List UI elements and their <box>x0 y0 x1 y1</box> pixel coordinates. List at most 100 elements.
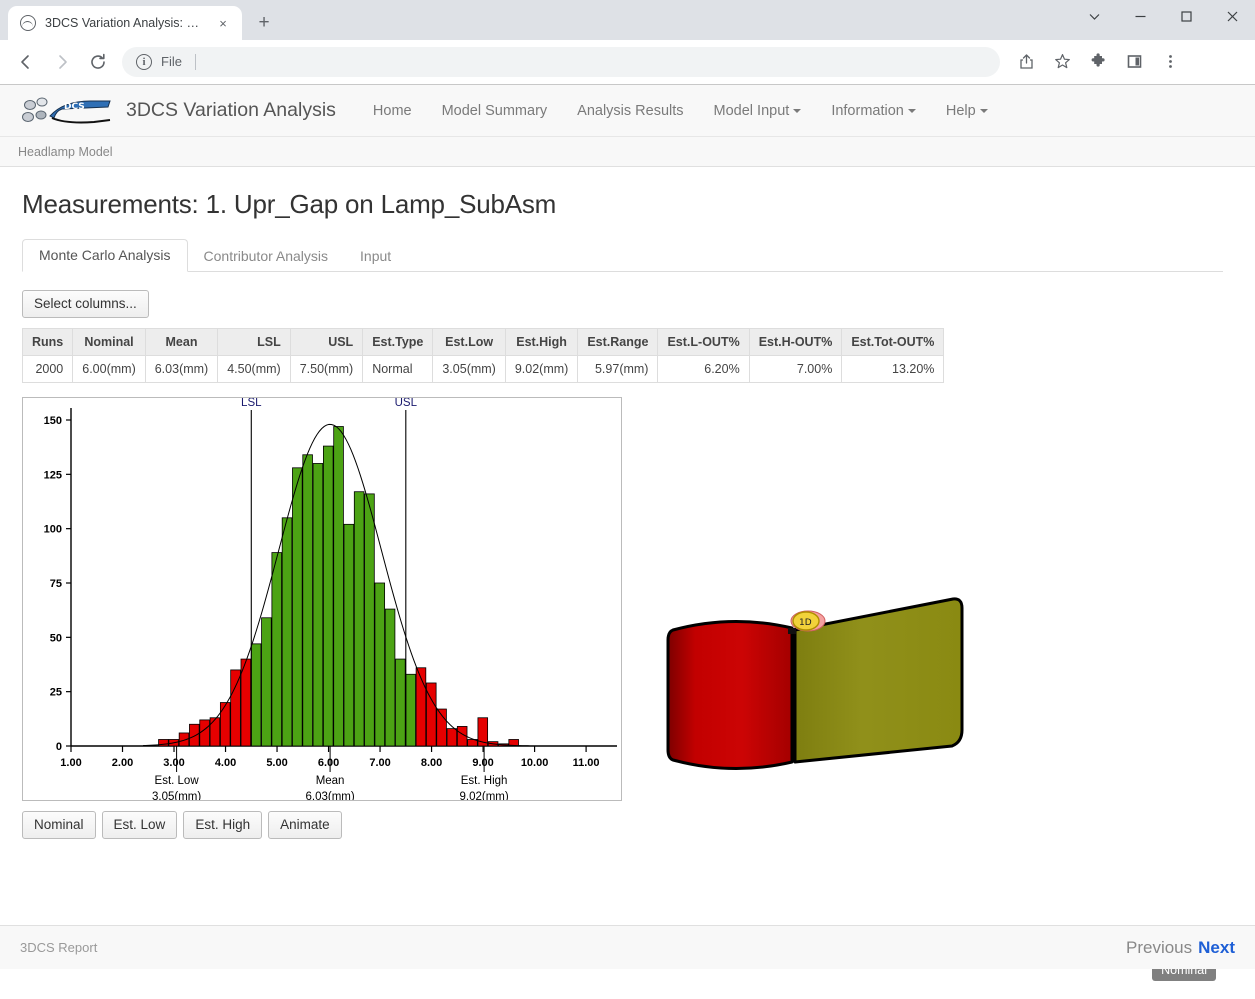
bookmark-star-icon[interactable] <box>1046 46 1078 78</box>
histogram-bar <box>415 667 427 747</box>
footer-nav: Previous Next <box>1126 938 1235 958</box>
previous-link[interactable]: Previous <box>1126 938 1192 958</box>
nav-link-model-input-label: Model Input <box>713 102 790 119</box>
est-high-button[interactable]: Est. High <box>183 811 263 840</box>
nav-link-home[interactable]: Home <box>358 103 427 119</box>
histogram-bar <box>343 524 355 747</box>
3dcs-logo-icon: DCS <box>20 96 116 126</box>
histogram-bar <box>230 669 241 747</box>
svg-text:1D: 1D <box>799 618 812 628</box>
nav-link-model-summary-label: Model Summary <box>441 102 548 119</box>
col-est-high: Est.High <box>504 328 579 357</box>
brand[interactable]: DCS 3DCS Variation Analysis <box>20 96 336 126</box>
minimize-icon[interactable] <box>1117 0 1163 32</box>
y-tick-label: 75 <box>50 578 62 590</box>
histogram-bar <box>333 426 344 747</box>
marker-label-mean: Mean <box>316 775 345 787</box>
browser-titlebar: 3DCS Variation Analysis: Lesson6 × + <box>0 0 1255 40</box>
maximize-icon[interactable] <box>1163 0 1209 32</box>
chevron-down-icon <box>907 108 916 113</box>
cell-nominal: 6.00(mm) <box>72 355 146 384</box>
address-bar[interactable]: i File <box>122 46 1000 77</box>
histogram-bar <box>209 717 221 747</box>
nav-link-home-label: Home <box>372 102 412 119</box>
nav-link-model-summary[interactable]: Model Summary <box>427 103 563 119</box>
cell-mean: 6.03(mm) <box>144 355 219 384</box>
page-content: DCS 3DCS Variation Analysis Home Model S… <box>0 84 1255 981</box>
table-header-row: Runs Nominal Mean LSL USL Est.Type Est.L… <box>21 328 945 357</box>
x-tick-label: 7.00 <box>369 757 390 769</box>
est-low-button[interactable]: Est. Low <box>101 811 178 840</box>
cell-est-range: 5.97(mm) <box>577 355 659 384</box>
cell-est-high: 9.02(mm) <box>504 355 579 384</box>
spec-limit-label-usl: USL <box>395 398 418 409</box>
main-content: Measurements: 1. Upr_Gap on Lamp_SubAsm … <box>0 167 1255 981</box>
col-est-range: Est.Range <box>577 328 659 357</box>
animate-button[interactable]: Animate <box>268 811 342 840</box>
page-footer: 3DCS Report Previous Next <box>0 925 1255 969</box>
histogram-bar <box>281 517 293 747</box>
cell-est-h-out: 7.00% <box>748 355 843 384</box>
close-window-icon[interactable] <box>1209 0 1255 32</box>
y-tick-label: 125 <box>44 470 62 482</box>
tab-contributor-analysis[interactable]: Contributor Analysis <box>188 241 345 272</box>
histogram-bar <box>199 719 210 747</box>
marker-value-mean: 6.03(mm) <box>305 791 354 800</box>
new-tab-button[interactable]: + <box>250 9 278 37</box>
histogram-bar <box>189 724 200 747</box>
window-controls <box>1071 0 1255 40</box>
chevron-down-icon <box>793 108 802 113</box>
histogram-bar <box>384 608 396 747</box>
x-tick-label: 5.00 <box>266 757 287 769</box>
browser-toolbar: i File <box>0 40 1255 84</box>
x-tick-label: 1.00 <box>60 757 81 769</box>
browser-tab[interactable]: 3DCS Variation Analysis: Lesson6 × <box>8 6 242 40</box>
cell-est-type: Normal <box>362 355 434 384</box>
y-tick-label: 150 <box>44 415 62 427</box>
analysis-tabs: Monte Carlo Analysis Contributor Analysi… <box>22 238 1223 272</box>
marker-value-est--low: 3.05(mm) <box>152 791 201 800</box>
x-tick-label: 9.00 <box>472 757 493 769</box>
nav-link-analysis-results[interactable]: Analysis Results <box>562 103 698 119</box>
globe-icon <box>20 15 36 31</box>
breadcrumb: Headlamp Model <box>0 137 1255 167</box>
cell-runs: 2000 <box>21 355 74 384</box>
tab-search-chevron-down-icon[interactable] <box>1071 0 1117 32</box>
url-separator <box>194 53 196 70</box>
nav-link-help[interactable]: Help <box>931 103 1003 119</box>
next-link[interactable]: Next <box>1198 938 1235 958</box>
browser-menu-icon[interactable] <box>1154 46 1186 78</box>
histogram-bar <box>219 702 231 747</box>
extensions-puzzle-icon[interactable] <box>1082 46 1114 78</box>
reload-icon[interactable] <box>82 46 114 78</box>
nominal-button[interactable]: Nominal <box>22 811 96 840</box>
histogram-chart: 0 25 50 75 100 125 150 1.00 2.00 3.00 4.00 5.00 6.00… <box>22 397 622 802</box>
model-part-red <box>666 620 794 770</box>
toolbar-actions <box>1008 46 1188 78</box>
marker-value-est--high: 9.02(mm) <box>460 791 509 800</box>
back-icon[interactable] <box>10 46 42 78</box>
col-mean: Mean <box>144 328 219 357</box>
nav-links: Home Model Summary Analysis Results Mode… <box>358 103 1003 119</box>
col-est-l-out: Est.L-OUT% <box>657 328 750 357</box>
col-lsl: LSL <box>217 328 291 357</box>
nav-link-model-input[interactable]: Model Input <box>699 103 817 119</box>
app-navbar: DCS 3DCS Variation Analysis Home Model S… <box>0 85 1255 137</box>
x-tick-label: 2.00 <box>112 757 133 769</box>
select-columns-button[interactable]: Select columns... <box>22 290 149 319</box>
tab-input[interactable]: Input <box>344 241 407 272</box>
breadcrumb-label: Headlamp Model <box>18 144 113 159</box>
close-tab-icon[interactable]: × <box>214 14 232 32</box>
statistics-table: Runs Nominal Mean LSL USL Est.Type Est.L… <box>21 328 945 384</box>
histogram-bar <box>405 674 416 747</box>
histogram-bar <box>322 445 334 747</box>
side-panel-icon[interactable] <box>1118 46 1150 78</box>
y-tick-label: 25 <box>50 687 62 699</box>
histogram-bar <box>364 493 375 747</box>
x-tick-label: 4.00 <box>215 757 236 769</box>
histogram-svg: 0 25 50 75 100 125 150 1.00 2.00 3.00 4.00 5.00 6.00… <box>44 398 617 800</box>
histogram-bar <box>395 658 406 747</box>
share-icon[interactable] <box>1010 46 1042 78</box>
nav-link-information[interactable]: Information <box>816 103 931 119</box>
tab-monte-carlo-analysis[interactable]: Monte Carlo Analysis <box>22 239 188 272</box>
